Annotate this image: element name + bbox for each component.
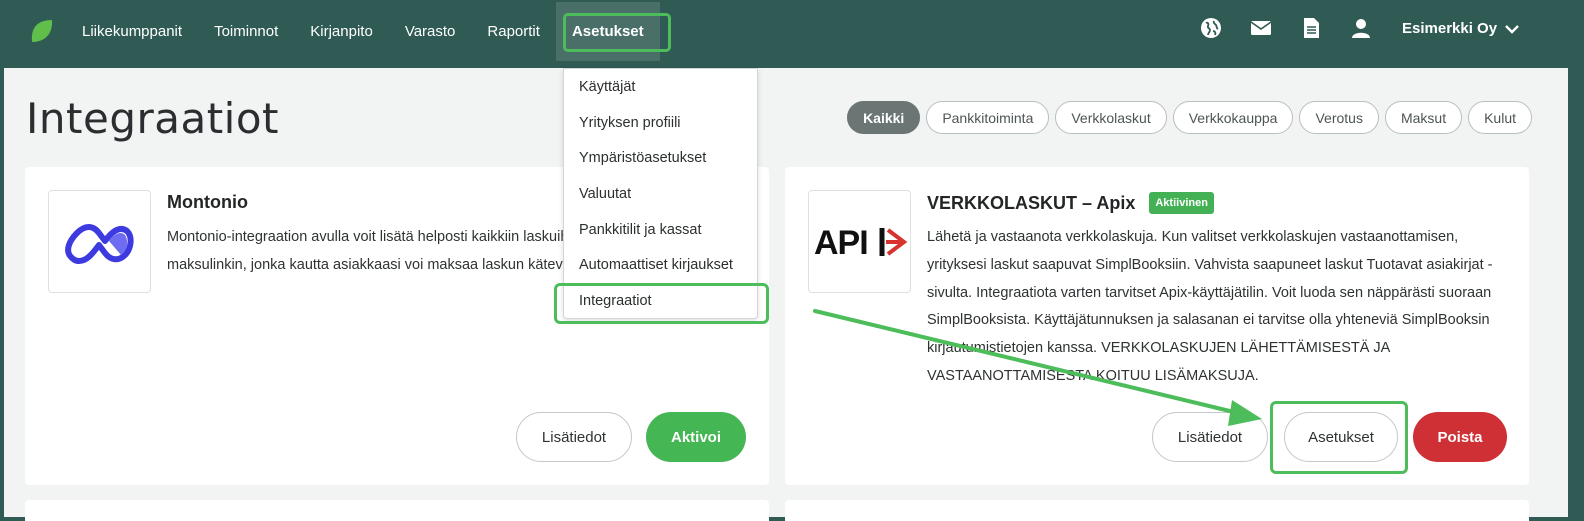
integration-card-partial — [25, 500, 769, 521]
menu-item-valuutat[interactable]: Valuutat — [579, 186, 631, 202]
menu-item-yrityksen-profiili[interactable]: Yrityksen profiili — [579, 115, 681, 131]
document-icon[interactable] — [1300, 17, 1322, 39]
card-title: VERKKOLASKUT – Apix Aktiivinen — [927, 192, 1214, 214]
nav-item-toiminnot[interactable]: Toiminnot — [214, 23, 278, 40]
filter-verkkokauppa[interactable]: Verkkokauppa — [1172, 101, 1294, 134]
top-navigation-bar: Liikekumppanit Toiminnot Kirjanpito Vara… — [0, 0, 1584, 68]
page-title: Integraatiot — [26, 94, 280, 143]
filter-kulut[interactable]: Kulut — [1468, 101, 1532, 134]
filter-verotus[interactable]: Verotus — [1299, 101, 1379, 134]
svg-text:API: API — [814, 224, 868, 262]
top-icons — [1200, 17, 1400, 39]
menu-integraatiot-highlight — [554, 283, 769, 324]
nav-item-varasto[interactable]: Varasto — [405, 23, 456, 40]
chevron-down-icon — [1505, 24, 1519, 34]
filter-pankkitoiminta[interactable]: Pankkitoiminta — [926, 101, 1050, 134]
apix-logo: API — [808, 190, 911, 293]
nav-item-raportit[interactable]: Raportit — [487, 23, 540, 40]
menu-item-kayttajat[interactable]: Käyttäjät — [579, 79, 635, 95]
nav-item-liikekumppanit[interactable]: Liikekumppanit — [82, 23, 182, 40]
apix-remove-button[interactable]: Poista — [1413, 412, 1507, 462]
company-selector[interactable]: Esimerkki Oy — [1402, 20, 1519, 37]
montonio-title: Montonio — [167, 192, 248, 212]
menu-item-automaattiset-kirjaukset[interactable]: Automaattiset kirjaukset — [579, 257, 733, 273]
integration-card-apix: API VERKKOLASKUT – Apix Aktiivinen Lähet… — [785, 167, 1529, 485]
apix-info-button[interactable]: Lisätiedot — [1152, 412, 1268, 462]
user-icon[interactable] — [1350, 17, 1372, 39]
card-title: Montonio — [167, 192, 248, 213]
filter-maksut[interactable]: Maksut — [1384, 101, 1463, 134]
apix-description: Lähetä ja vastaanota verkkolaskuja. Kun … — [927, 229, 1493, 384]
filter-chips: Kaikki Pankkitoiminta Verkkolaskut Verkk… — [841, 101, 1532, 134]
montonio-info-button[interactable]: Lisätiedot — [516, 412, 632, 462]
mail-icon[interactable] — [1250, 17, 1272, 39]
integration-card-partial — [785, 500, 1529, 521]
nav-asetukset-highlight — [563, 13, 671, 52]
montonio-activate-button[interactable]: Aktivoi — [646, 412, 746, 462]
menu-item-ymparistoasetukset[interactable]: Ympäristöasetukset — [579, 150, 706, 166]
company-name: Esimerkki Oy — [1402, 20, 1498, 37]
leaf-logo-icon[interactable] — [28, 17, 56, 45]
globe-icon[interactable] — [1200, 17, 1222, 39]
filter-verkkolaskut[interactable]: Verkkolaskut — [1055, 101, 1167, 134]
nav-item-kirjanpito[interactable]: Kirjanpito — [310, 23, 373, 40]
filter-kaikki[interactable]: Kaikki — [847, 101, 921, 134]
settings-dropdown-menu: Käyttäjät Yrityksen profiili Ympäristöas… — [563, 68, 758, 319]
apix-title: VERKKOLASKUT – Apix — [927, 192, 1136, 213]
apix-logo-icon: API — [814, 224, 907, 262]
menu-item-pankkitilit-ja-kassat[interactable]: Pankkitilit ja kassat — [579, 222, 702, 238]
status-badge: Aktiivinen — [1149, 192, 1214, 214]
settings-button-highlight — [1270, 401, 1408, 474]
montonio-logo-icon — [64, 223, 134, 264]
montonio-logo — [48, 190, 151, 293]
